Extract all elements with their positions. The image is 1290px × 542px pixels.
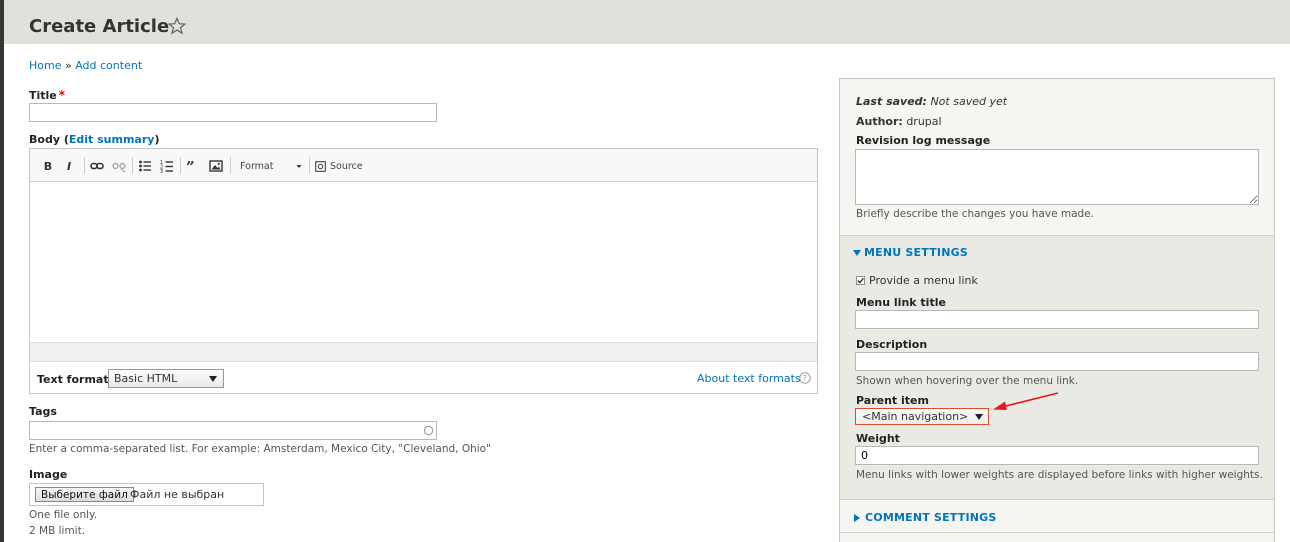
- source-button-label: Source: [330, 160, 363, 172]
- weight-help: Menu links with lower weights are displa…: [856, 469, 1263, 481]
- menu-settings-toggle[interactable]: Menu settings: [853, 246, 968, 259]
- editor-toolbar: B I 1 2 3 ” Format Source: [30, 149, 817, 182]
- comment-settings-section: Comment settings: [840, 500, 1274, 533]
- body-label: Body (Edit summary): [29, 133, 160, 146]
- text-format-value: Basic HTML: [114, 372, 178, 385]
- comment-settings-title: Comment settings: [865, 511, 997, 524]
- weight-label: Weight: [856, 432, 900, 445]
- weight-input[interactable]: [855, 446, 1259, 465]
- choose-file-button[interactable]: Выберите файл: [35, 487, 134, 502]
- window-edge: [0, 0, 4, 542]
- editor-path-bar: [30, 342, 817, 362]
- revision-log-textarea[interactable]: [855, 149, 1259, 205]
- svg-text:”: ”: [186, 158, 195, 174]
- author-label: Author:: [856, 115, 903, 128]
- last-saved-value: Not saved yet: [930, 95, 1008, 108]
- svg-text:3: 3: [160, 169, 163, 174]
- menu-description-input[interactable]: [855, 352, 1259, 371]
- format-dropdown-label: Format: [240, 160, 274, 172]
- toolbar-separator: [84, 157, 85, 174]
- provide-menu-link-checkbox[interactable]: [856, 276, 865, 285]
- body-editor: B I 1 2 3 ” Format Source Text format Ba…: [29, 148, 818, 394]
- breadcrumb-home-link[interactable]: Home: [29, 59, 61, 72]
- annotation-arrow-icon: [993, 392, 1059, 410]
- menu-link-title-label: Menu link title: [856, 296, 946, 309]
- help-icon[interactable]: ?: [799, 372, 811, 384]
- author: Author: drupal: [856, 115, 942, 128]
- text-format-label: Text format: [37, 373, 109, 386]
- menu-settings-title: Menu settings: [864, 246, 968, 259]
- breadcrumb-add-content-link[interactable]: Add content: [75, 59, 142, 72]
- triangle-down-icon: [853, 249, 861, 256]
- svg-text:?: ?: [803, 374, 807, 383]
- tags-autocomplete-input[interactable]: [29, 421, 437, 440]
- chevron-down-icon: [296, 165, 302, 168]
- provide-menu-link: Provide a menu link: [856, 274, 978, 287]
- page-title: Create Article: [29, 16, 170, 37]
- image-icon[interactable]: [209, 158, 223, 174]
- required-marker: *: [58, 88, 66, 102]
- comment-settings-toggle[interactable]: Comment settings: [853, 511, 997, 524]
- unlink-icon[interactable]: [112, 158, 126, 174]
- sidebar-meta: Last saved: Not saved yet Author: drupal…: [840, 79, 1274, 236]
- text-format-select[interactable]: Basic HTML: [108, 369, 224, 388]
- page-header: Create Article: [4, 0, 1290, 44]
- provide-menu-link-label: Provide a menu link: [869, 274, 978, 287]
- body-edit-area[interactable]: [30, 182, 817, 342]
- title-label: Title *: [29, 88, 65, 102]
- image-description-count: One file only.: [29, 509, 98, 521]
- toolbar-separator: [132, 157, 133, 174]
- menu-description-label: Description: [856, 338, 928, 351]
- parent-item-select[interactable]: <Main navigation>: [855, 408, 989, 425]
- bold-button[interactable]: B: [42, 158, 54, 174]
- parent-item-value: <Main navigation>: [862, 410, 969, 423]
- title-label-text: Title: [29, 89, 57, 102]
- tags-description: Enter a comma-separated list. For exampl…: [29, 443, 491, 455]
- shortcut-star-icon[interactable]: [168, 17, 186, 35]
- bulleted-list-icon[interactable]: [138, 158, 152, 174]
- autocomplete-throbber-icon: [423, 425, 434, 436]
- sidebar-panel: Last saved: Not saved yet Author: drupal…: [839, 78, 1275, 542]
- toolbar-separator: [309, 157, 310, 174]
- edit-summary-link[interactable]: Edit summary: [69, 133, 155, 146]
- source-button[interactable]: Source: [315, 158, 365, 174]
- menu-description-help: Shown when hovering over the menu link.: [856, 375, 1079, 387]
- breadcrumb-separator: »: [64, 59, 72, 72]
- triangle-right-icon: [854, 513, 860, 522]
- format-dropdown[interactable]: Format: [240, 158, 302, 174]
- chevron-down-icon: [209, 376, 217, 382]
- about-text-formats-link[interactable]: About text formats: [697, 372, 801, 385]
- source-icon: [315, 160, 326, 172]
- body-label-text: Body: [29, 133, 60, 146]
- italic-button[interactable]: I: [63, 158, 75, 174]
- last-saved-label: Last saved:: [856, 95, 927, 108]
- tags-label: Tags: [29, 405, 57, 418]
- parent-item-label: Parent item: [856, 394, 929, 407]
- title-input[interactable]: [29, 103, 437, 122]
- last-saved: Last saved: Not saved yet: [856, 95, 1007, 108]
- menu-settings-section: Menu settings Provide a menu link Menu l…: [840, 236, 1274, 500]
- link-icon[interactable]: [90, 158, 104, 174]
- blockquote-icon[interactable]: ”: [186, 158, 200, 174]
- image-file-field: Выберите файл Файл не выбран: [29, 483, 264, 506]
- author-value: drupal: [906, 115, 942, 128]
- numbered-list-icon[interactable]: 1 2 3: [160, 158, 174, 174]
- image-description-size: 2 MB limit.: [29, 525, 86, 537]
- revision-log-description: Briefly describe the changes you have ma…: [856, 208, 1095, 220]
- menu-link-title-input[interactable]: [855, 310, 1259, 329]
- file-status-text: Файл не выбран: [130, 488, 225, 501]
- toolbar-separator: [180, 157, 181, 174]
- text-format-bar: Text format Basic HTML About text format…: [30, 362, 817, 393]
- image-label: Image: [29, 468, 68, 481]
- breadcrumb: Home » Add content: [29, 59, 142, 72]
- toolbar-separator: [230, 157, 231, 174]
- revision-log-label: Revision log message: [856, 134, 991, 147]
- chevron-down-icon: [975, 414, 983, 420]
